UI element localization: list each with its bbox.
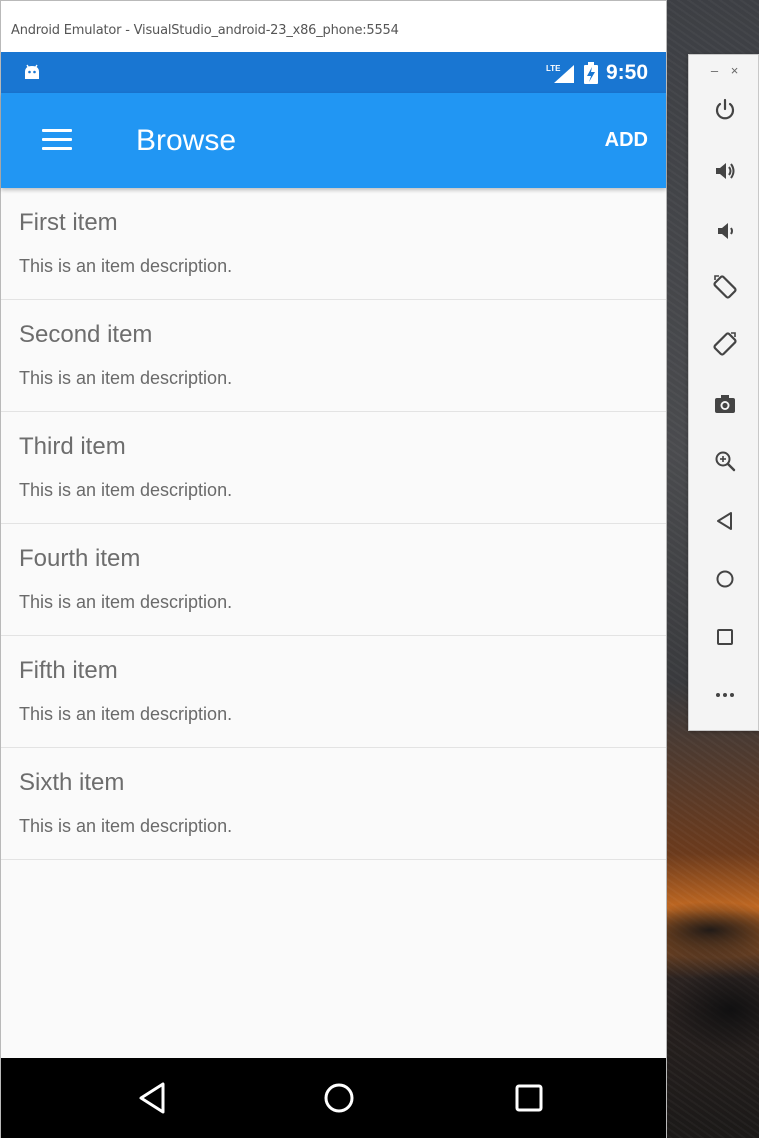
- emulator-toolbar: – ×: [688, 54, 759, 731]
- list-item[interactable]: Fourth item This is an item description.: [1, 524, 666, 636]
- lte-label: LTE: [546, 64, 561, 73]
- item-title: Fifth item: [19, 657, 118, 684]
- list-item[interactable]: Second item This is an item description.: [1, 300, 666, 412]
- recent-apps-icon[interactable]: [509, 1078, 549, 1118]
- zoom-icon[interactable]: [712, 448, 738, 474]
- window-title: Android Emulator - VisualStudio_android-…: [1, 1, 666, 52]
- hamburger-menu-icon[interactable]: [39, 127, 75, 153]
- close-button[interactable]: ×: [725, 63, 745, 78]
- battery-charging-icon: [583, 62, 598, 84]
- list-item[interactable]: Third item This is an item description.: [1, 412, 666, 524]
- home-icon[interactable]: [712, 566, 738, 592]
- list-item[interactable]: Sixth item This is an item description.: [1, 748, 666, 860]
- item-title: Fourth item: [19, 545, 141, 572]
- minimize-button[interactable]: –: [705, 63, 725, 78]
- page-title: Browse: [136, 124, 237, 157]
- item-description: This is an item description.: [19, 368, 233, 388]
- item-description: This is an item description.: [19, 704, 233, 724]
- volume-down-icon[interactable]: [712, 218, 738, 244]
- toolbar-window-controls: – ×: [689, 63, 759, 79]
- app-bar: Browse ADD: [1, 93, 666, 188]
- item-title: First item: [19, 209, 118, 236]
- item-description: This is an item description.: [19, 256, 233, 276]
- home-icon[interactable]: [319, 1078, 359, 1118]
- nav-bar: [1, 1058, 666, 1138]
- item-title: Second item: [19, 321, 153, 348]
- emulator-window: Android Emulator - VisualStudio_android-…: [0, 0, 667, 1138]
- back-icon[interactable]: [712, 508, 738, 534]
- item-description: This is an item description.: [19, 816, 233, 836]
- item-description: This is an item description.: [19, 592, 233, 612]
- power-icon[interactable]: [712, 97, 738, 123]
- item-description: This is an item description.: [19, 480, 233, 500]
- camera-icon[interactable]: [712, 391, 738, 417]
- status-clock: 9:50: [605, 61, 648, 84]
- overview-icon[interactable]: [712, 624, 738, 650]
- add-button[interactable]: ADD: [605, 129, 648, 152]
- android-notification-icon: [25, 64, 39, 79]
- volume-up-icon[interactable]: [712, 158, 738, 184]
- item-title: Third item: [19, 433, 126, 460]
- item-list: First item This is an item description. …: [1, 188, 666, 860]
- back-icon[interactable]: [133, 1078, 173, 1118]
- rotate-right-icon[interactable]: [712, 331, 738, 357]
- item-title: Sixth item: [19, 769, 125, 796]
- more-icon[interactable]: [712, 682, 738, 708]
- lte-signal-icon: LTE: [546, 62, 576, 84]
- list-item[interactable]: Fifth item This is an item description.: [1, 636, 666, 748]
- status-bar: LTE 9:50: [1, 52, 666, 93]
- list-item[interactable]: First item This is an item description.: [1, 188, 666, 300]
- rotate-left-icon[interactable]: [712, 274, 738, 300]
